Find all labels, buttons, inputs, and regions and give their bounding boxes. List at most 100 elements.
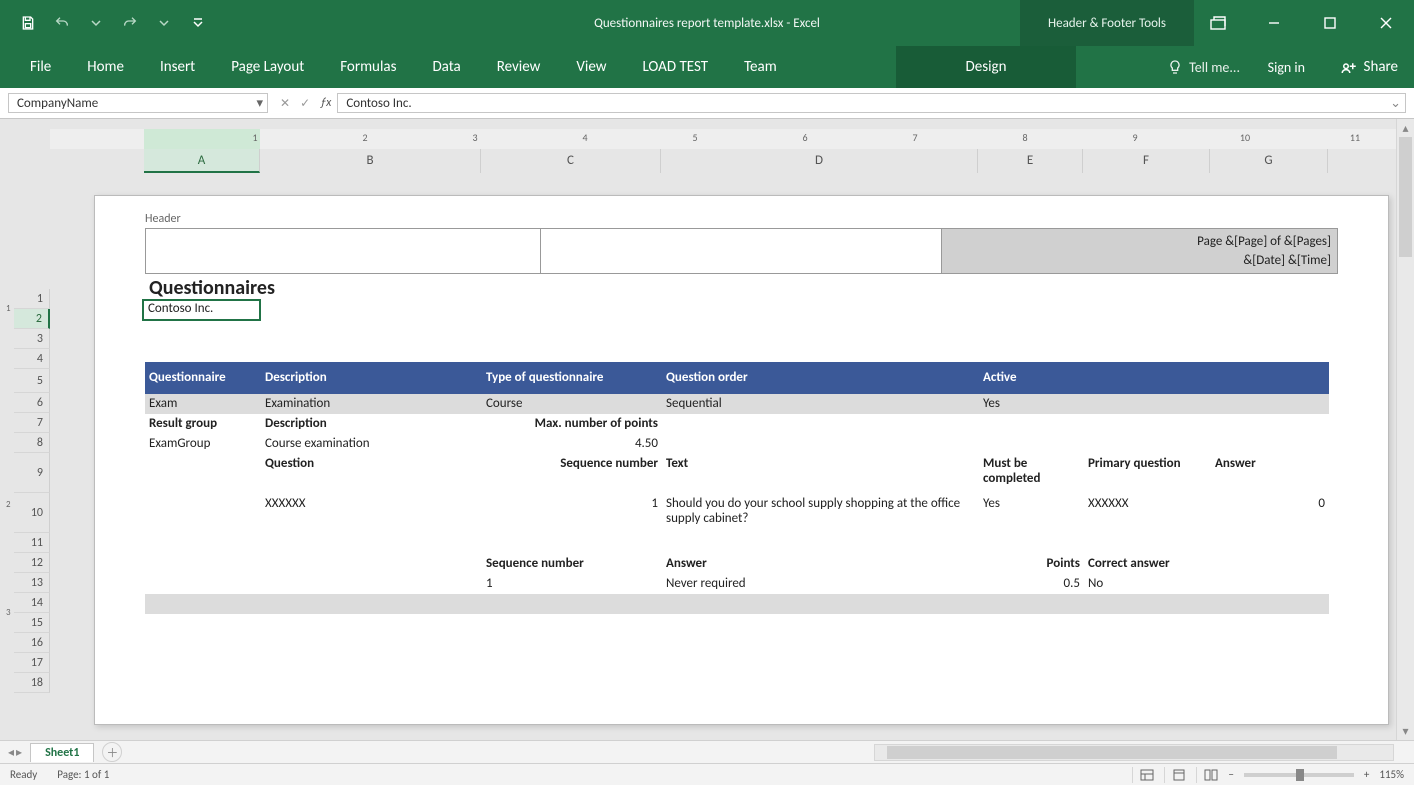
cell[interactable]: Question bbox=[261, 454, 482, 494]
row-header[interactable]: 1 bbox=[14, 289, 50, 309]
zoom-out-button[interactable]: − bbox=[1228, 768, 1233, 781]
tab-home[interactable]: Home bbox=[69, 46, 142, 88]
chevron-down-icon[interactable]: ▾ bbox=[256, 96, 263, 111]
column-headers[interactable]: A B C D E F G bbox=[50, 149, 1396, 173]
cell[interactable]: Points bbox=[979, 554, 1084, 574]
row-header[interactable]: 10 bbox=[14, 493, 50, 533]
row-header[interactable]: 3 bbox=[14, 329, 50, 349]
row-header[interactable]: 12 bbox=[14, 553, 50, 573]
cell[interactable]: Yes bbox=[979, 394, 1084, 414]
undo-dropdown-icon[interactable] bbox=[82, 9, 110, 37]
cell[interactable]: 1 bbox=[482, 574, 662, 594]
cell[interactable]: 0 bbox=[1211, 494, 1329, 534]
cells-grid[interactable]: Questionnaires Contoso Inc. Questionnair… bbox=[145, 274, 1338, 694]
row-headers[interactable]: 1 2 3 4 5 6 7 8 9 10 11 12 13 14 15 16 1… bbox=[14, 289, 50, 693]
cell[interactable]: Yes bbox=[979, 494, 1084, 534]
cell[interactable]: Primary question bbox=[1084, 454, 1211, 494]
sheet-nav-next-icon[interactable]: ▸ bbox=[16, 745, 22, 760]
col-header-d[interactable]: D bbox=[661, 149, 978, 173]
row-header[interactable]: 16 bbox=[14, 633, 50, 653]
tab-review[interactable]: Review bbox=[479, 46, 559, 88]
row-header[interactable]: 17 bbox=[14, 653, 50, 673]
row-header[interactable]: 11 bbox=[14, 533, 50, 553]
cell[interactable]: Max. number of points bbox=[482, 414, 662, 434]
cell[interactable]: Exam bbox=[145, 394, 261, 414]
row-header[interactable]: 6 bbox=[14, 393, 50, 413]
col-header-g[interactable]: G bbox=[1210, 149, 1328, 173]
cancel-formula-icon[interactable]: ✕ bbox=[280, 96, 290, 111]
tab-file[interactable]: File bbox=[12, 46, 69, 88]
cell[interactable]: Course bbox=[482, 394, 662, 414]
qat-customize-icon[interactable] bbox=[184, 9, 212, 37]
cell[interactable]: ExamGroup bbox=[145, 434, 261, 454]
cell[interactable]: 4.50 bbox=[482, 434, 662, 454]
sheet-tab-sheet1[interactable]: Sheet1 bbox=[30, 743, 94, 762]
cell[interactable]: XXXXXX bbox=[1084, 494, 1211, 534]
sheet-nav-buttons[interactable]: ◂ ▸ bbox=[0, 745, 30, 760]
cell[interactable]: Correct answer bbox=[1084, 554, 1211, 574]
zoom-in-button[interactable]: + bbox=[1364, 768, 1369, 781]
cell[interactable]: Result group bbox=[145, 414, 261, 434]
minimize-icon[interactable] bbox=[1246, 0, 1302, 46]
tab-design[interactable]: Design bbox=[896, 46, 1076, 88]
formula-expand-icon[interactable]: ⌄ bbox=[1390, 96, 1401, 111]
row-header[interactable]: 15 bbox=[14, 613, 50, 633]
col-header-f[interactable]: F bbox=[1083, 149, 1210, 173]
cell[interactable]: Must be completed bbox=[979, 454, 1084, 494]
row-header[interactable]: 14 bbox=[14, 593, 50, 613]
zoom-level[interactable]: 115% bbox=[1379, 768, 1404, 781]
cell[interactable]: Answer bbox=[662, 554, 979, 574]
fx-icon[interactable]: ƒx bbox=[320, 96, 331, 110]
col-header-a[interactable]: A bbox=[144, 149, 260, 173]
sheet-nav-prev-icon[interactable]: ◂ bbox=[8, 745, 14, 760]
row-header[interactable]: 8 bbox=[14, 433, 50, 453]
new-sheet-button[interactable]: ＋ bbox=[102, 742, 122, 762]
cell[interactable]: Answer bbox=[1211, 454, 1329, 494]
scroll-down-icon[interactable]: ▾ bbox=[1397, 722, 1414, 740]
header-center-box[interactable] bbox=[541, 228, 942, 274]
sign-in-button[interactable]: Sign in bbox=[1268, 46, 1305, 88]
ribbon-display-options-icon[interactable] bbox=[1190, 0, 1246, 46]
tell-me-search[interactable]: Tell me... bbox=[1167, 46, 1240, 88]
cell[interactable]: Sequence number bbox=[482, 454, 662, 494]
row-header[interactable]: 9 bbox=[14, 453, 50, 493]
row-header[interactable]: 13 bbox=[14, 573, 50, 593]
scroll-up-icon[interactable]: ▴ bbox=[1397, 119, 1414, 137]
tab-team[interactable]: Team bbox=[726, 46, 795, 88]
zoom-slider[interactable] bbox=[1244, 773, 1354, 777]
enter-formula-icon[interactable]: ✓ bbox=[300, 96, 310, 111]
tab-load-test[interactable]: LOAD TEST bbox=[624, 46, 726, 88]
scroll-thumb[interactable] bbox=[1399, 137, 1412, 257]
header-left-box[interactable] bbox=[145, 228, 541, 274]
cell[interactable]: Course examination bbox=[261, 434, 482, 454]
scroll-thumb[interactable] bbox=[887, 746, 1337, 759]
tab-page-layout[interactable]: Page Layout bbox=[213, 46, 322, 88]
redo-icon[interactable] bbox=[116, 9, 144, 37]
cell[interactable]: 1 bbox=[482, 494, 662, 534]
row-header[interactable]: 5 bbox=[14, 369, 50, 393]
tab-formulas[interactable]: Formulas bbox=[322, 46, 414, 88]
horizontal-scrollbar[interactable] bbox=[874, 744, 1394, 761]
cell[interactable]: Should you do your school supply shoppin… bbox=[662, 494, 979, 534]
col-header-c[interactable]: C bbox=[481, 149, 661, 173]
close-icon[interactable] bbox=[1358, 0, 1414, 46]
cell[interactable]: Sequential bbox=[662, 394, 979, 414]
row-header[interactable]: 7 bbox=[14, 413, 50, 433]
zoom-knob[interactable] bbox=[1296, 769, 1304, 781]
share-button[interactable]: Share bbox=[1330, 46, 1408, 88]
name-box[interactable]: CompanyName ▾ bbox=[8, 93, 268, 113]
tab-data[interactable]: Data bbox=[414, 46, 478, 88]
view-normal-icon[interactable] bbox=[1132, 767, 1154, 783]
cell[interactable]: 0.5 bbox=[979, 574, 1084, 594]
vertical-scrollbar[interactable]: ▴ ▾ bbox=[1396, 119, 1414, 740]
col-header-b[interactable]: B bbox=[260, 149, 481, 173]
cell[interactable]: Examination bbox=[261, 394, 482, 414]
cell[interactable]: No bbox=[1084, 574, 1211, 594]
view-page-break-icon[interactable] bbox=[1196, 767, 1218, 783]
save-icon[interactable] bbox=[14, 9, 42, 37]
cell[interactable]: Sequence number bbox=[482, 554, 662, 574]
undo-icon[interactable] bbox=[48, 9, 76, 37]
row-header[interactable]: 2 bbox=[14, 309, 50, 329]
redo-dropdown-icon[interactable] bbox=[150, 9, 178, 37]
maximize-icon[interactable] bbox=[1302, 0, 1358, 46]
